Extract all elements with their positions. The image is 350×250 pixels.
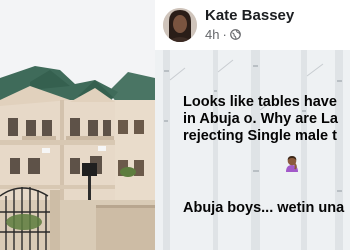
post-text-line-3: rejecting Single male t	[183, 128, 337, 144]
houses-illustration	[0, 0, 155, 250]
author-name[interactable]: Kate Bassey	[205, 7, 294, 24]
post-timestamp[interactable]: 4h	[205, 27, 219, 42]
social-post-card: Kate Bassey 4h · Looks like tables have …	[155, 0, 350, 250]
post-text-line-4: Abuja boys... wetin una	[183, 200, 345, 216]
post-meta: 4h ·	[205, 27, 241, 42]
birch-trees-background	[155, 50, 350, 250]
houses-photo	[0, 0, 155, 250]
post-text-line-1: Looks like tables have	[183, 94, 337, 110]
avatar-photo	[163, 8, 197, 42]
author-avatar[interactable]	[163, 8, 197, 42]
post-header: Kate Bassey 4h ·	[155, 0, 350, 50]
globe-icon[interactable]	[229, 29, 241, 40]
post-text-block: Looks like tables have in Abuja o. Why a…	[183, 94, 350, 145]
post-text-line-2: in Abuja o. Why are La	[183, 111, 338, 127]
meta-separator: ·	[222, 27, 227, 42]
screenshot-canvas: Kate Bassey 4h · Looks like tables have …	[0, 0, 350, 250]
post-text-background: Looks like tables have in Abuja o. Why a…	[155, 50, 350, 250]
person-facepalming-icon	[286, 156, 298, 172]
